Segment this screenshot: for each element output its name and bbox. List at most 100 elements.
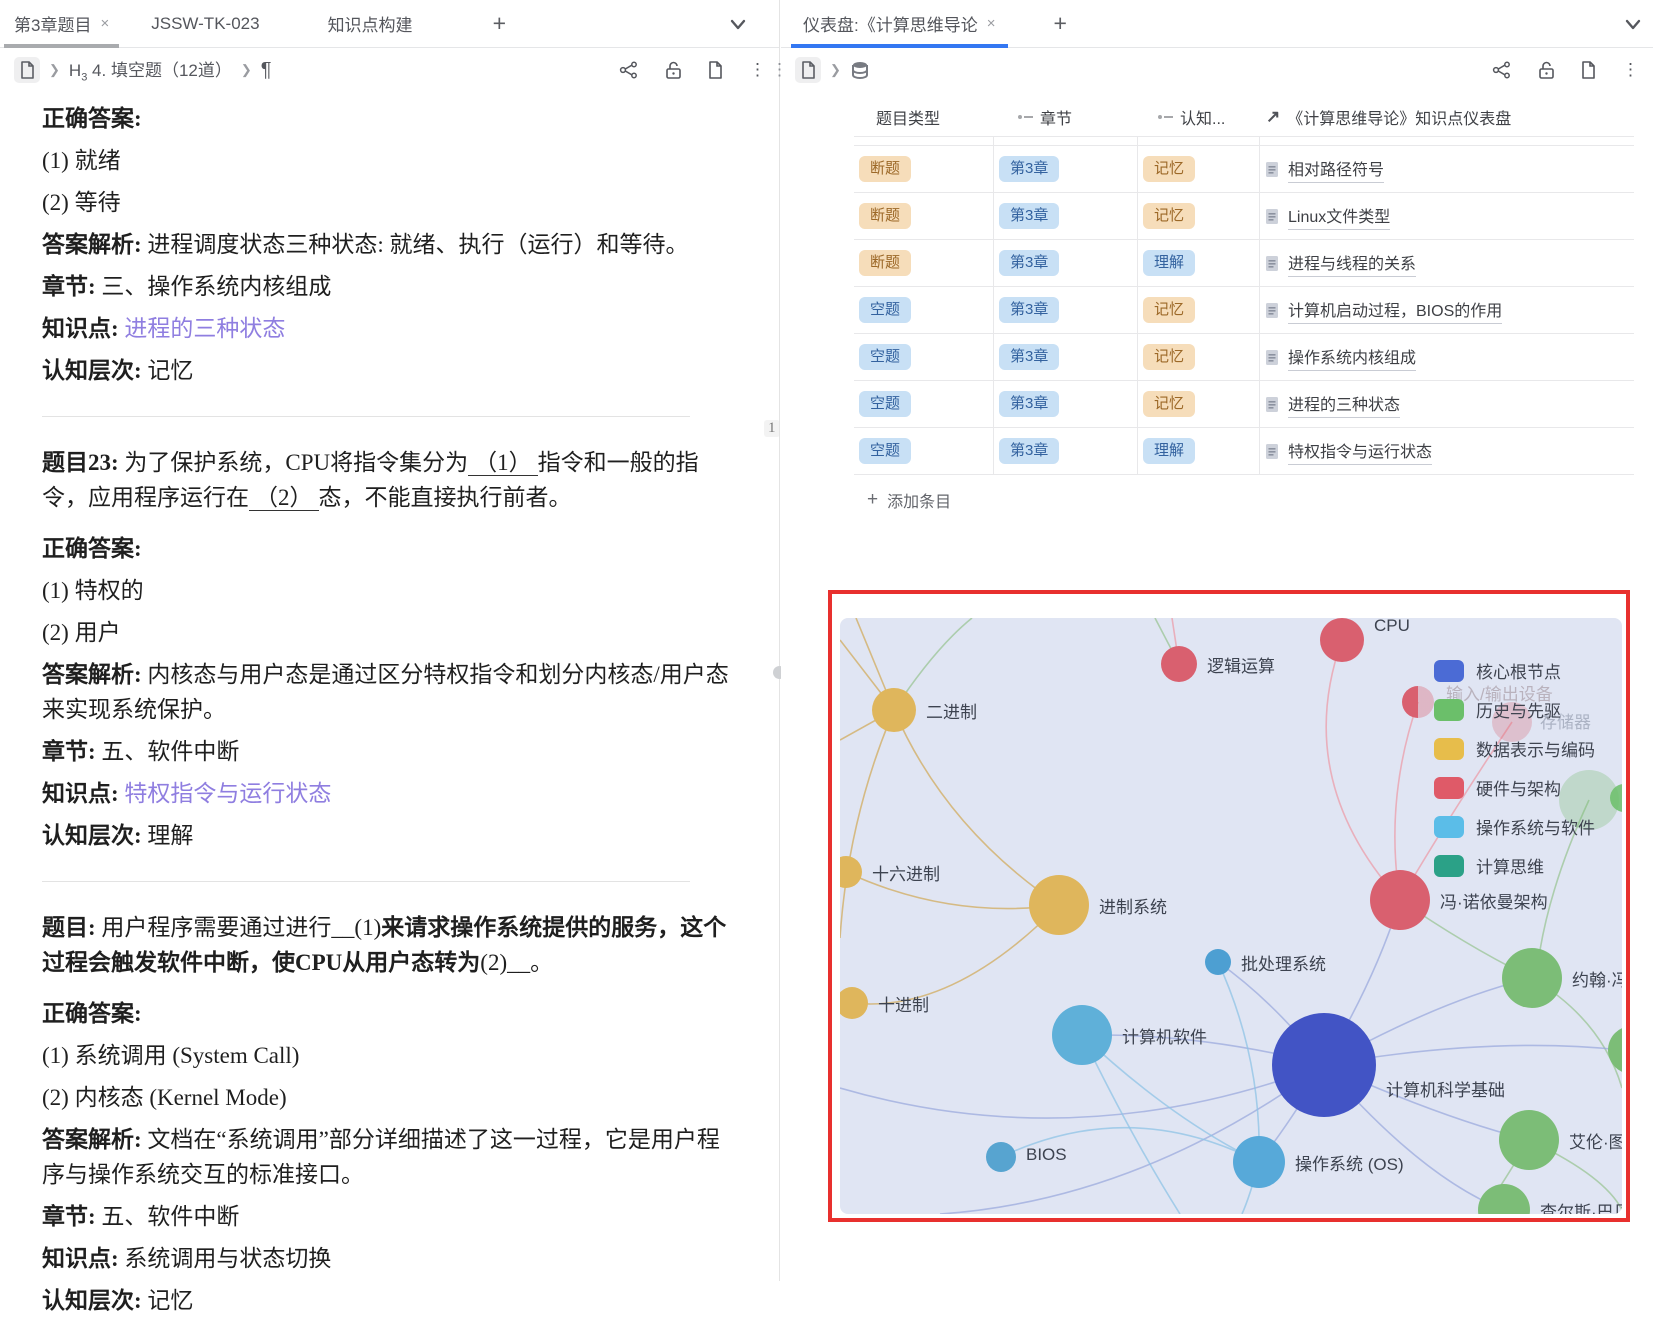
graph-node-alan-turing[interactable]: [1499, 1110, 1559, 1170]
question-type-badge[interactable]: 空题: [859, 297, 912, 323]
more-options-icon[interactable]: ⋮: [1622, 60, 1639, 80]
chapter-badge[interactable]: 第3章: [999, 391, 1060, 417]
knowledge-point-page-link[interactable]: 特权指令与运行状态: [1265, 438, 1433, 465]
breadcrumb-separator: ❯: [49, 62, 60, 77]
knowledge-point-title: 特权指令与运行状态: [1288, 438, 1433, 465]
chapter-label: 章节:: [42, 739, 96, 764]
document-icon[interactable]: [708, 61, 723, 79]
graph-node-io-devices[interactable]: [1402, 686, 1434, 718]
paragraph-mark[interactable]: ¶: [261, 59, 272, 82]
comment-count-badge[interactable]: 1: [764, 420, 780, 437]
knowledge-point-link[interactable]: 进程的三种状态: [124, 316, 285, 341]
cognition-badge[interactable]: 记忆: [1143, 156, 1196, 182]
table-row[interactable]: 空题 第3章 记忆 计算机启动过程，BIOS的作用: [854, 287, 1634, 334]
question-text: 用户程序需要通过进行__(1): [101, 915, 382, 940]
graph-node-binary[interactable]: [872, 688, 916, 732]
cognition-badge[interactable]: 记忆: [1143, 391, 1196, 417]
page-icon[interactable]: [795, 57, 821, 83]
graph-node-cs-foundations[interactable]: [1272, 1013, 1376, 1117]
close-icon[interactable]: ×: [987, 15, 996, 32]
table-row[interactable]: 空题 第3章 记忆 进程的三种状态: [854, 381, 1634, 428]
graph-node-bios[interactable]: [986, 1142, 1016, 1172]
cog-label: 认知层次:: [42, 358, 142, 383]
cognition-badge[interactable]: 记忆: [1143, 203, 1196, 229]
graph-node-cpu[interactable]: [1320, 618, 1364, 662]
graph-node-computer-software[interactable]: [1052, 1005, 1112, 1065]
chapter-badge[interactable]: 第3章: [999, 297, 1060, 323]
knowledge-graph[interactable]: 输入/输出设备 存储器 二进制 逻辑运算 CPU 十六进制 进制系统 批处理系统…: [840, 618, 1622, 1214]
question-type-badge[interactable]: 空题: [859, 391, 912, 417]
graph-view-icon[interactable]: [1492, 61, 1512, 79]
column-header-chapter[interactable]: 章节: [994, 105, 1138, 129]
knowledge-point-page-link[interactable]: 计算机启动过程，BIOS的作用: [1265, 297, 1503, 324]
cognition-badge[interactable]: 记忆: [1143, 344, 1196, 370]
graph-node-number-systems[interactable]: [1029, 875, 1089, 935]
question-type-badge[interactable]: 断题: [859, 203, 912, 229]
knowledge-point-page-link[interactable]: Linux文件类型: [1265, 203, 1391, 230]
column-header-type[interactable]: 题目类型: [854, 105, 994, 129]
knowledge-point-page-link[interactable]: 进程的三种状态: [1265, 391, 1401, 418]
table-row[interactable]: 空题 第3章 理解 特权指令与运行状态: [854, 428, 1634, 475]
cognition-badge[interactable]: 记忆: [1143, 297, 1196, 323]
chapter-badge[interactable]: 第3章: [999, 156, 1060, 182]
question-type-badge[interactable]: 断题: [859, 250, 912, 276]
tab-chapter3-questions[interactable]: 第3章题目 ×: [0, 0, 123, 48]
breadcrumb-heading[interactable]: H3 4. 填空题（12道）: [69, 56, 232, 83]
chevron-down-icon[interactable]: [1623, 14, 1643, 34]
graph-view-icon[interactable]: [619, 61, 639, 79]
table-row[interactable]: 断题 第3章 记忆 Linux文件类型: [854, 193, 1634, 240]
close-icon[interactable]: ×: [100, 15, 109, 32]
legend-item-data-encoding[interactable]: 数据表示与编码: [1434, 736, 1595, 761]
database-icon[interactable]: [850, 60, 870, 80]
question-type-badge[interactable]: 空题: [859, 344, 912, 370]
page-icon[interactable]: [14, 57, 40, 83]
add-entry-button[interactable]: + 添加条目: [867, 482, 951, 518]
chapter-badge[interactable]: 第3章: [999, 438, 1060, 464]
chapter-badge[interactable]: 第3章: [999, 203, 1060, 229]
question-type-badge[interactable]: 空题: [859, 438, 912, 464]
new-tab-button[interactable]: +: [467, 10, 532, 37]
table-row[interactable]: 空题 第3章 记忆 操作系统内核组成: [854, 334, 1634, 381]
graph-node-von-neumann-arch[interactable]: [1370, 870, 1430, 930]
legend-item-history[interactable]: 历史与先驱: [1434, 697, 1595, 722]
legend-item-root[interactable]: 核心根节点: [1434, 658, 1595, 683]
table-row[interactable]: 断题 第3章 理解 进程与线程的关系: [854, 240, 1634, 287]
answer-line: (1) 特权的: [42, 578, 144, 603]
legend-item-computational-thinking[interactable]: 计算思维: [1434, 853, 1595, 878]
graph-node-operating-system[interactable]: [1233, 1136, 1285, 1188]
tab-knowledge-build[interactable]: 知识点构建: [314, 0, 427, 48]
document-icon[interactable]: [1581, 61, 1596, 79]
column-header-cognition[interactable]: 认知...: [1138, 105, 1260, 129]
unlock-icon[interactable]: [665, 61, 682, 80]
tab-jssw-tk-023[interactable]: JSSW-TK-023: [137, 0, 273, 48]
page-icon: [1266, 302, 1278, 318]
chapter-badge[interactable]: 第3章: [999, 250, 1060, 276]
knowledge-point-page-link[interactable]: 相对路径符号: [1265, 156, 1385, 183]
chevron-down-icon[interactable]: [728, 14, 748, 34]
left-breadcrumb: ❯ H3 4. 填空题（12道） ❯ ¶ ⋮: [0, 48, 780, 92]
question-type-badge[interactable]: 断题: [859, 156, 912, 182]
graph-label: 约翰·冯·: [1572, 971, 1622, 990]
pane-divider[interactable]: [779, 0, 780, 1281]
table-header-row: 题目类型 章节 认知... ↗ 《计算思维导论》知识点仪表盘: [854, 98, 1634, 136]
graph-node-batch-system[interactable]: [1205, 949, 1231, 975]
table-row[interactable]: 断题 第3章 记忆 相对路径符号: [854, 146, 1634, 193]
graph-node-john-von-neumann[interactable]: [1502, 948, 1562, 1008]
graph-node-logic-ops[interactable]: [1161, 646, 1197, 682]
chapter-value: 五、软件中断: [101, 1204, 240, 1229]
knowledge-point-link[interactable]: 特权指令与运行状态: [124, 781, 331, 806]
cognition-badge[interactable]: 理解: [1143, 250, 1196, 276]
knowledge-point-page-link[interactable]: 进程与线程的关系: [1265, 250, 1417, 277]
legend-item-os-software[interactable]: 操作系统与软件: [1434, 814, 1595, 839]
knowledge-point-page-link[interactable]: 操作系统内核组成: [1265, 344, 1417, 371]
chapter-badge[interactable]: 第3章: [999, 344, 1060, 370]
cog-value: 记忆: [147, 358, 194, 383]
cognition-badge[interactable]: 理解: [1143, 438, 1196, 464]
legend-item-hardware[interactable]: 硬件与架构: [1434, 775, 1595, 800]
tab-dashboard[interactable]: 仪表盘:《计算思维导论 ×: [789, 0, 1010, 48]
more-options-icon[interactable]: ⋮: [749, 60, 766, 80]
document-content: 正确答案: (1) 就绪 (2) 等待 答案解析: 进程调度状态三种状态: 就绪…: [42, 94, 730, 1325]
unlock-icon[interactable]: [1538, 61, 1555, 80]
column-header-dashboard-link[interactable]: ↗ 《计算思维导论》知识点仪表盘: [1260, 105, 1634, 129]
new-tab-button[interactable]: +: [1028, 10, 1093, 37]
